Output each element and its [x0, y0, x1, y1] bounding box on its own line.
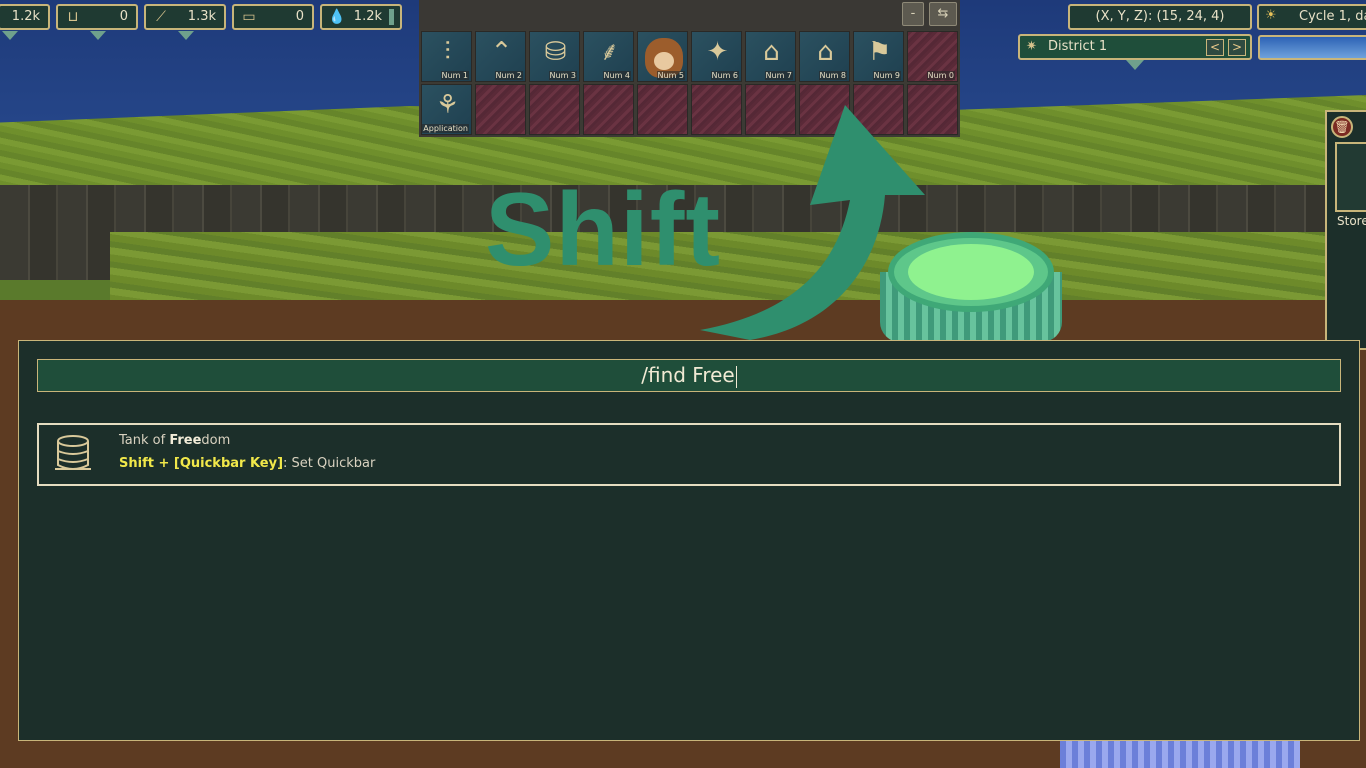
hint-key: Shift + [Quickbar Key] [119, 456, 284, 471]
quickbar-slot[interactable]: Num 0 [907, 31, 958, 82]
resource-planks-value: 0 [295, 9, 304, 24]
tank-icon [55, 435, 91, 470]
quickbar-key-label: Num 7 [764, 71, 793, 80]
cycle-indicator[interactable]: ☀ Cycle 1, day [1257, 4, 1366, 30]
quickbar-slot[interactable]: ⌂ Num 8 [799, 31, 850, 82]
prev-district-button[interactable]: < [1206, 39, 1224, 56]
food-bowl-icon: ⊔ [67, 9, 79, 25]
quickbar-key-label: Num 8 [818, 71, 847, 80]
building-type-label: Store [1337, 214, 1366, 228]
quickbar-key-label: Num 0 [926, 71, 955, 80]
search-result[interactable]: Tank of Freedom Shift + [Quickbar Key]: … [37, 423, 1341, 486]
quickbar-key-label: Num 4 [602, 71, 631, 80]
resource-water[interactable]: 💧 1.2k [320, 4, 402, 30]
chevron-down-icon [2, 31, 18, 40]
result-name-suffix: dom [201, 433, 231, 448]
coordinates-readout: (X, Y, Z): (15, 24, 4) [1068, 4, 1252, 30]
quickbar-key-label: Application [422, 124, 469, 133]
toolbar-header [419, 0, 960, 30]
text-caret [735, 365, 737, 388]
shift-hint-text: Shift [485, 172, 722, 288]
result-name-prefix: Tank of [119, 433, 170, 448]
quickbar-key-label: Num 9 [872, 71, 901, 80]
sapling-icon: ⚘ [435, 90, 460, 120]
weather-forecast[interactable] [1258, 35, 1366, 60]
district-star-icon: ✷ [1026, 39, 1037, 54]
resource-food[interactable]: ⊔ 0 [56, 4, 138, 40]
tank-icon: ⛁ [544, 37, 567, 67]
district-selector[interactable]: ✷ District 1 < > [1018, 34, 1252, 70]
quickbar-key-label: Num 5 [656, 71, 685, 80]
coordinates-text: (X, Y, Z): (15, 24, 4) [1095, 9, 1225, 24]
wheat-icon: ⸙ [599, 37, 620, 67]
result-hint: Shift + [Quickbar Key]: Set Quickbar [119, 456, 375, 471]
chevron-down-icon [178, 31, 194, 40]
cycle-text: Cycle 1, day [1299, 9, 1366, 24]
water-drop-icon: 💧 [328, 9, 346, 25]
quickbar-slot[interactable]: ⌃ Num 2 [475, 31, 526, 82]
quickbar-slot[interactable]: ⚘ Application [421, 84, 472, 135]
house-icon: ⌂ [763, 37, 780, 67]
water-level-bar [389, 9, 394, 25]
resource-water-value: 1.2k [353, 9, 382, 24]
carrot-icon: ⟋ [156, 9, 166, 25]
hint-action: : Set Quickbar [283, 456, 376, 471]
find-query: /find Free [641, 363, 735, 387]
quickbar-slot[interactable] [637, 84, 688, 135]
flag-icon: ⚑ [867, 37, 892, 67]
quickbar-slot[interactable]: ⛁ Num 3 [529, 31, 580, 82]
minimize-button[interactable]: - [902, 2, 924, 26]
curved-arrow-icon [700, 105, 925, 340]
plank-icon: ▭ [242, 9, 256, 25]
compass-star-icon: ✦ [706, 37, 729, 67]
quickbar-key-label: Num 6 [710, 71, 739, 80]
resource-food-value: 0 [119, 9, 128, 24]
result-name-match: Free [169, 433, 202, 448]
result-name: Tank of Freedom [119, 433, 230, 448]
find-dialog: /find Free Tank of Freedom Shift + [Quic… [18, 340, 1360, 741]
resource-carrots-value: 1.3k [187, 9, 216, 24]
building-thumbnail [1335, 142, 1366, 212]
quickbar-slot[interactable] [475, 84, 526, 135]
roof-icon: ⌃ [490, 37, 513, 67]
resource-logs[interactable]: 1.2k [0, 4, 50, 40]
district-name: District 1 [1048, 39, 1108, 54]
resource-carrots[interactable]: ⟋ 1.3k [144, 4, 226, 40]
quickbar-slot[interactable] [583, 84, 634, 135]
quickbar-slot[interactable]: ✦ Num 6 [691, 31, 742, 82]
resource-logs-value: 1.2k [11, 9, 40, 24]
quickbar-slot[interactable]: ⸙ Num 4 [583, 31, 634, 82]
next-district-button[interactable]: > [1228, 39, 1246, 56]
swap-button[interactable]: ⇆ [929, 2, 957, 26]
quickbar-slot[interactable]: ⚑ Num 9 [853, 31, 904, 82]
lodge-icon: ⌂ [817, 37, 834, 67]
quickbar-key-label: Num 2 [494, 71, 523, 80]
building-info-panel: 🗑 Store [1325, 110, 1366, 350]
chevron-down-icon [1126, 60, 1144, 70]
weather-sun-icon: ☀ [1265, 8, 1277, 23]
quickbar-key-label: Num 3 [548, 71, 577, 80]
paths-icon: ⫶ [444, 37, 451, 67]
resource-planks[interactable]: ▭ 0 [232, 4, 314, 30]
delete-icon[interactable]: 🗑 [1331, 116, 1353, 138]
quickbar-slot[interactable] [529, 84, 580, 135]
quickbar-slot[interactable]: ⌂ Num 7 [745, 31, 796, 82]
quickbar-key-label: Num 1 [440, 71, 469, 80]
quickbar-slot[interactable]: ⫶ Num 1 [421, 31, 472, 82]
quickbar-slot[interactable]: Num 5 [637, 31, 688, 82]
chevron-down-icon [90, 31, 106, 40]
find-input[interactable]: /find Free [37, 359, 1341, 392]
